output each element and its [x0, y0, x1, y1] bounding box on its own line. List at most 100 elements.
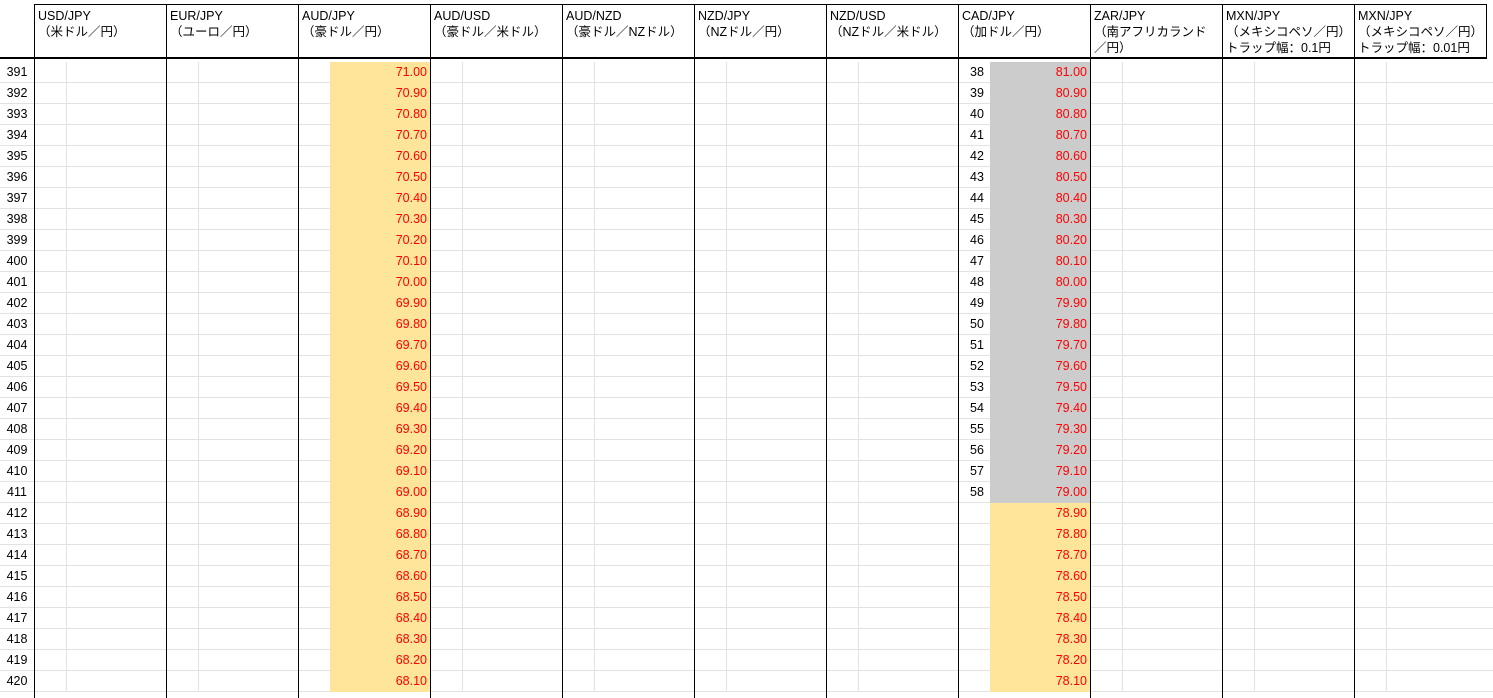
table-row: [0, 104, 1493, 125]
column-header[interactable]: USD/JPY （米ドル／円）: [34, 4, 167, 59]
table-row: [0, 314, 1493, 335]
aud-jpy-price-cell[interactable]: 69.70: [330, 335, 430, 356]
column-header[interactable]: MXN/JPY （メキシコペソ／円） トラップ幅：0.1円: [1222, 4, 1355, 59]
aud-jpy-price-cell[interactable]: 68.40: [330, 608, 430, 629]
row-number: 403: [6, 317, 28, 331]
cad-jpy-price-cell[interactable]: 79.10: [990, 461, 1090, 482]
aud-jpy-price-cell[interactable]: 70.70: [330, 125, 430, 146]
grid-line: [1386, 62, 1387, 692]
aud-jpy-price-cell[interactable]: 69.20: [330, 440, 430, 461]
aud-jpy-price-cell[interactable]: 70.20: [330, 230, 430, 251]
cad-jpy-price-cell[interactable]: 78.90: [990, 503, 1090, 524]
aud-jpy-price-cell[interactable]: 68.60: [330, 566, 430, 587]
cad-jpy-price-cell[interactable]: 78.40: [990, 608, 1090, 629]
row-number: 414: [6, 548, 28, 562]
cad-jpy-price-cell[interactable]: 80.20: [990, 230, 1090, 251]
aud-jpy-price-cell[interactable]: 68.70: [330, 545, 430, 566]
row-number: 415: [6, 569, 28, 583]
column-header[interactable]: EUR/JPY （ユーロ／円）: [166, 4, 299, 59]
aud-jpy-price-cell[interactable]: 68.20: [330, 650, 430, 671]
cad-jpy-price-cell[interactable]: 78.50: [990, 587, 1090, 608]
aud-jpy-price-cell[interactable]: 68.30: [330, 629, 430, 650]
column-group-border: [826, 4, 827, 698]
cad-jpy-price-cell[interactable]: 79.00: [990, 482, 1090, 503]
aud-jpy-price-cell[interactable]: 69.80: [330, 314, 430, 335]
cad-jpy-price-cell[interactable]: 79.30: [990, 419, 1090, 440]
cad-jpy-price-cell[interactable]: 80.10: [990, 251, 1090, 272]
cad-jpy-price-cell[interactable]: 80.50: [990, 167, 1090, 188]
aud-jpy-price-cell[interactable]: 68.50: [330, 587, 430, 608]
aud-jpy-price-cell[interactable]: 69.10: [330, 461, 430, 482]
row-number: 418: [6, 632, 28, 646]
table-row: [0, 335, 1493, 356]
column-header[interactable]: NZD/JPY （NZドル／円）: [694, 4, 827, 59]
column-header[interactable]: AUD/USD （豪ドル／米ドル）: [430, 4, 563, 59]
header-pair-label: MXN/JPY: [1226, 9, 1281, 23]
cad-jpy-price-cell[interactable]: 80.60: [990, 146, 1090, 167]
aud-jpy-price-cell[interactable]: 69.90: [330, 293, 430, 314]
cad-jpy-price-cell[interactable]: 80.00: [990, 272, 1090, 293]
cad-jpy-price-cell[interactable]: 79.80: [990, 314, 1090, 335]
cad-jpy-price-cell[interactable]: 81.00: [990, 62, 1090, 83]
column-header[interactable]: NZD/USD （NZドル／米ドル）: [826, 4, 959, 59]
aud-jpy-price-cell[interactable]: 69.30: [330, 419, 430, 440]
cad-jpy-price-cell[interactable]: 79.90: [990, 293, 1090, 314]
column-group-border: [958, 4, 959, 698]
header-currency-name: （豪ドル／円）: [302, 25, 390, 39]
aud-jpy-price-cell[interactable]: 68.10: [330, 671, 430, 692]
aud-jpy-price-cell[interactable]: 68.80: [330, 524, 430, 545]
row-number: 416: [6, 590, 28, 604]
row-number: 406: [6, 380, 28, 394]
cad-jpy-price-cell[interactable]: 80.70: [990, 125, 1090, 146]
aud-jpy-price-cell[interactable]: 71.00: [330, 62, 430, 83]
column-group-border: [34, 4, 35, 698]
aud-jpy-price-cell[interactable]: 70.50: [330, 167, 430, 188]
cad-jpy-price-cell[interactable]: 78.10: [990, 671, 1090, 692]
cad-jpy-price-cell[interactable]: 79.70: [990, 335, 1090, 356]
table-row: [0, 419, 1493, 440]
cad-jpy-price-cell[interactable]: 78.20: [990, 650, 1090, 671]
column-header[interactable]: ZAR/JPY （南アフリカランド ／円）: [1090, 4, 1223, 59]
table-row: [0, 566, 1493, 587]
column-header[interactable]: AUD/NZD （豪ドル／NZドル）: [562, 4, 695, 59]
cad-jpy-price-cell[interactable]: 80.40: [990, 188, 1090, 209]
cad-jpy-price-cell[interactable]: 80.90: [990, 83, 1090, 104]
cad-jpy-price-cell[interactable]: 79.20: [990, 440, 1090, 461]
row-number: 407: [6, 401, 28, 415]
table-row: [0, 545, 1493, 566]
aud-jpy-price-cell[interactable]: 69.50: [330, 377, 430, 398]
cad-jpy-price-cell[interactable]: 79.60: [990, 356, 1090, 377]
aud-jpy-price-cell[interactable]: 70.30: [330, 209, 430, 230]
header-currency-name: （NZドル／円）: [698, 25, 790, 39]
row-number: 404: [6, 338, 28, 352]
cad-jpy-price-cell[interactable]: 78.60: [990, 566, 1090, 587]
aud-jpy-price-cell[interactable]: 70.80: [330, 104, 430, 125]
grid-line: [1122, 62, 1123, 692]
aud-jpy-price-cell[interactable]: 69.60: [330, 356, 430, 377]
header-pair-label: MXN/JPY: [1358, 9, 1413, 23]
header-currency-name: （NZドル／米ドル）: [830, 25, 947, 39]
aud-jpy-price-cell[interactable]: 69.40: [330, 398, 430, 419]
aud-jpy-price-cell[interactable]: 70.00: [330, 272, 430, 293]
cad-jpy-price-cell[interactable]: 78.70: [990, 545, 1090, 566]
grid-line: [1254, 62, 1255, 692]
aud-jpy-price-cell[interactable]: 70.60: [330, 146, 430, 167]
cad-jpy-price-cell[interactable]: 78.30: [990, 629, 1090, 650]
cad-jpy-price-cell[interactable]: 80.30: [990, 209, 1090, 230]
aud-jpy-price-cell[interactable]: 70.40: [330, 188, 430, 209]
header-currency-name: （米ドル／円）: [38, 25, 126, 39]
cad-jpy-price-cell[interactable]: 80.80: [990, 104, 1090, 125]
column-header[interactable]: AUD/JPY （豪ドル／円）: [298, 4, 431, 59]
row-number: 420: [6, 674, 28, 688]
aud-jpy-price-cell[interactable]: 70.10: [330, 251, 430, 272]
column-group-border: [166, 4, 167, 698]
column-header[interactable]: CAD/JPY （加ドル／円）: [958, 4, 1091, 59]
grid-line: [594, 62, 595, 692]
cad-jpy-price-cell[interactable]: 79.50: [990, 377, 1090, 398]
aud-jpy-price-cell[interactable]: 70.90: [330, 83, 430, 104]
aud-jpy-price-cell[interactable]: 69.00: [330, 482, 430, 503]
column-header[interactable]: MXN/JPY （メキシコペソ／円） トラップ幅：0.01円: [1354, 4, 1487, 59]
aud-jpy-price-cell[interactable]: 68.90: [330, 503, 430, 524]
cad-jpy-price-cell[interactable]: 78.80: [990, 524, 1090, 545]
cad-jpy-price-cell[interactable]: 79.40: [990, 398, 1090, 419]
